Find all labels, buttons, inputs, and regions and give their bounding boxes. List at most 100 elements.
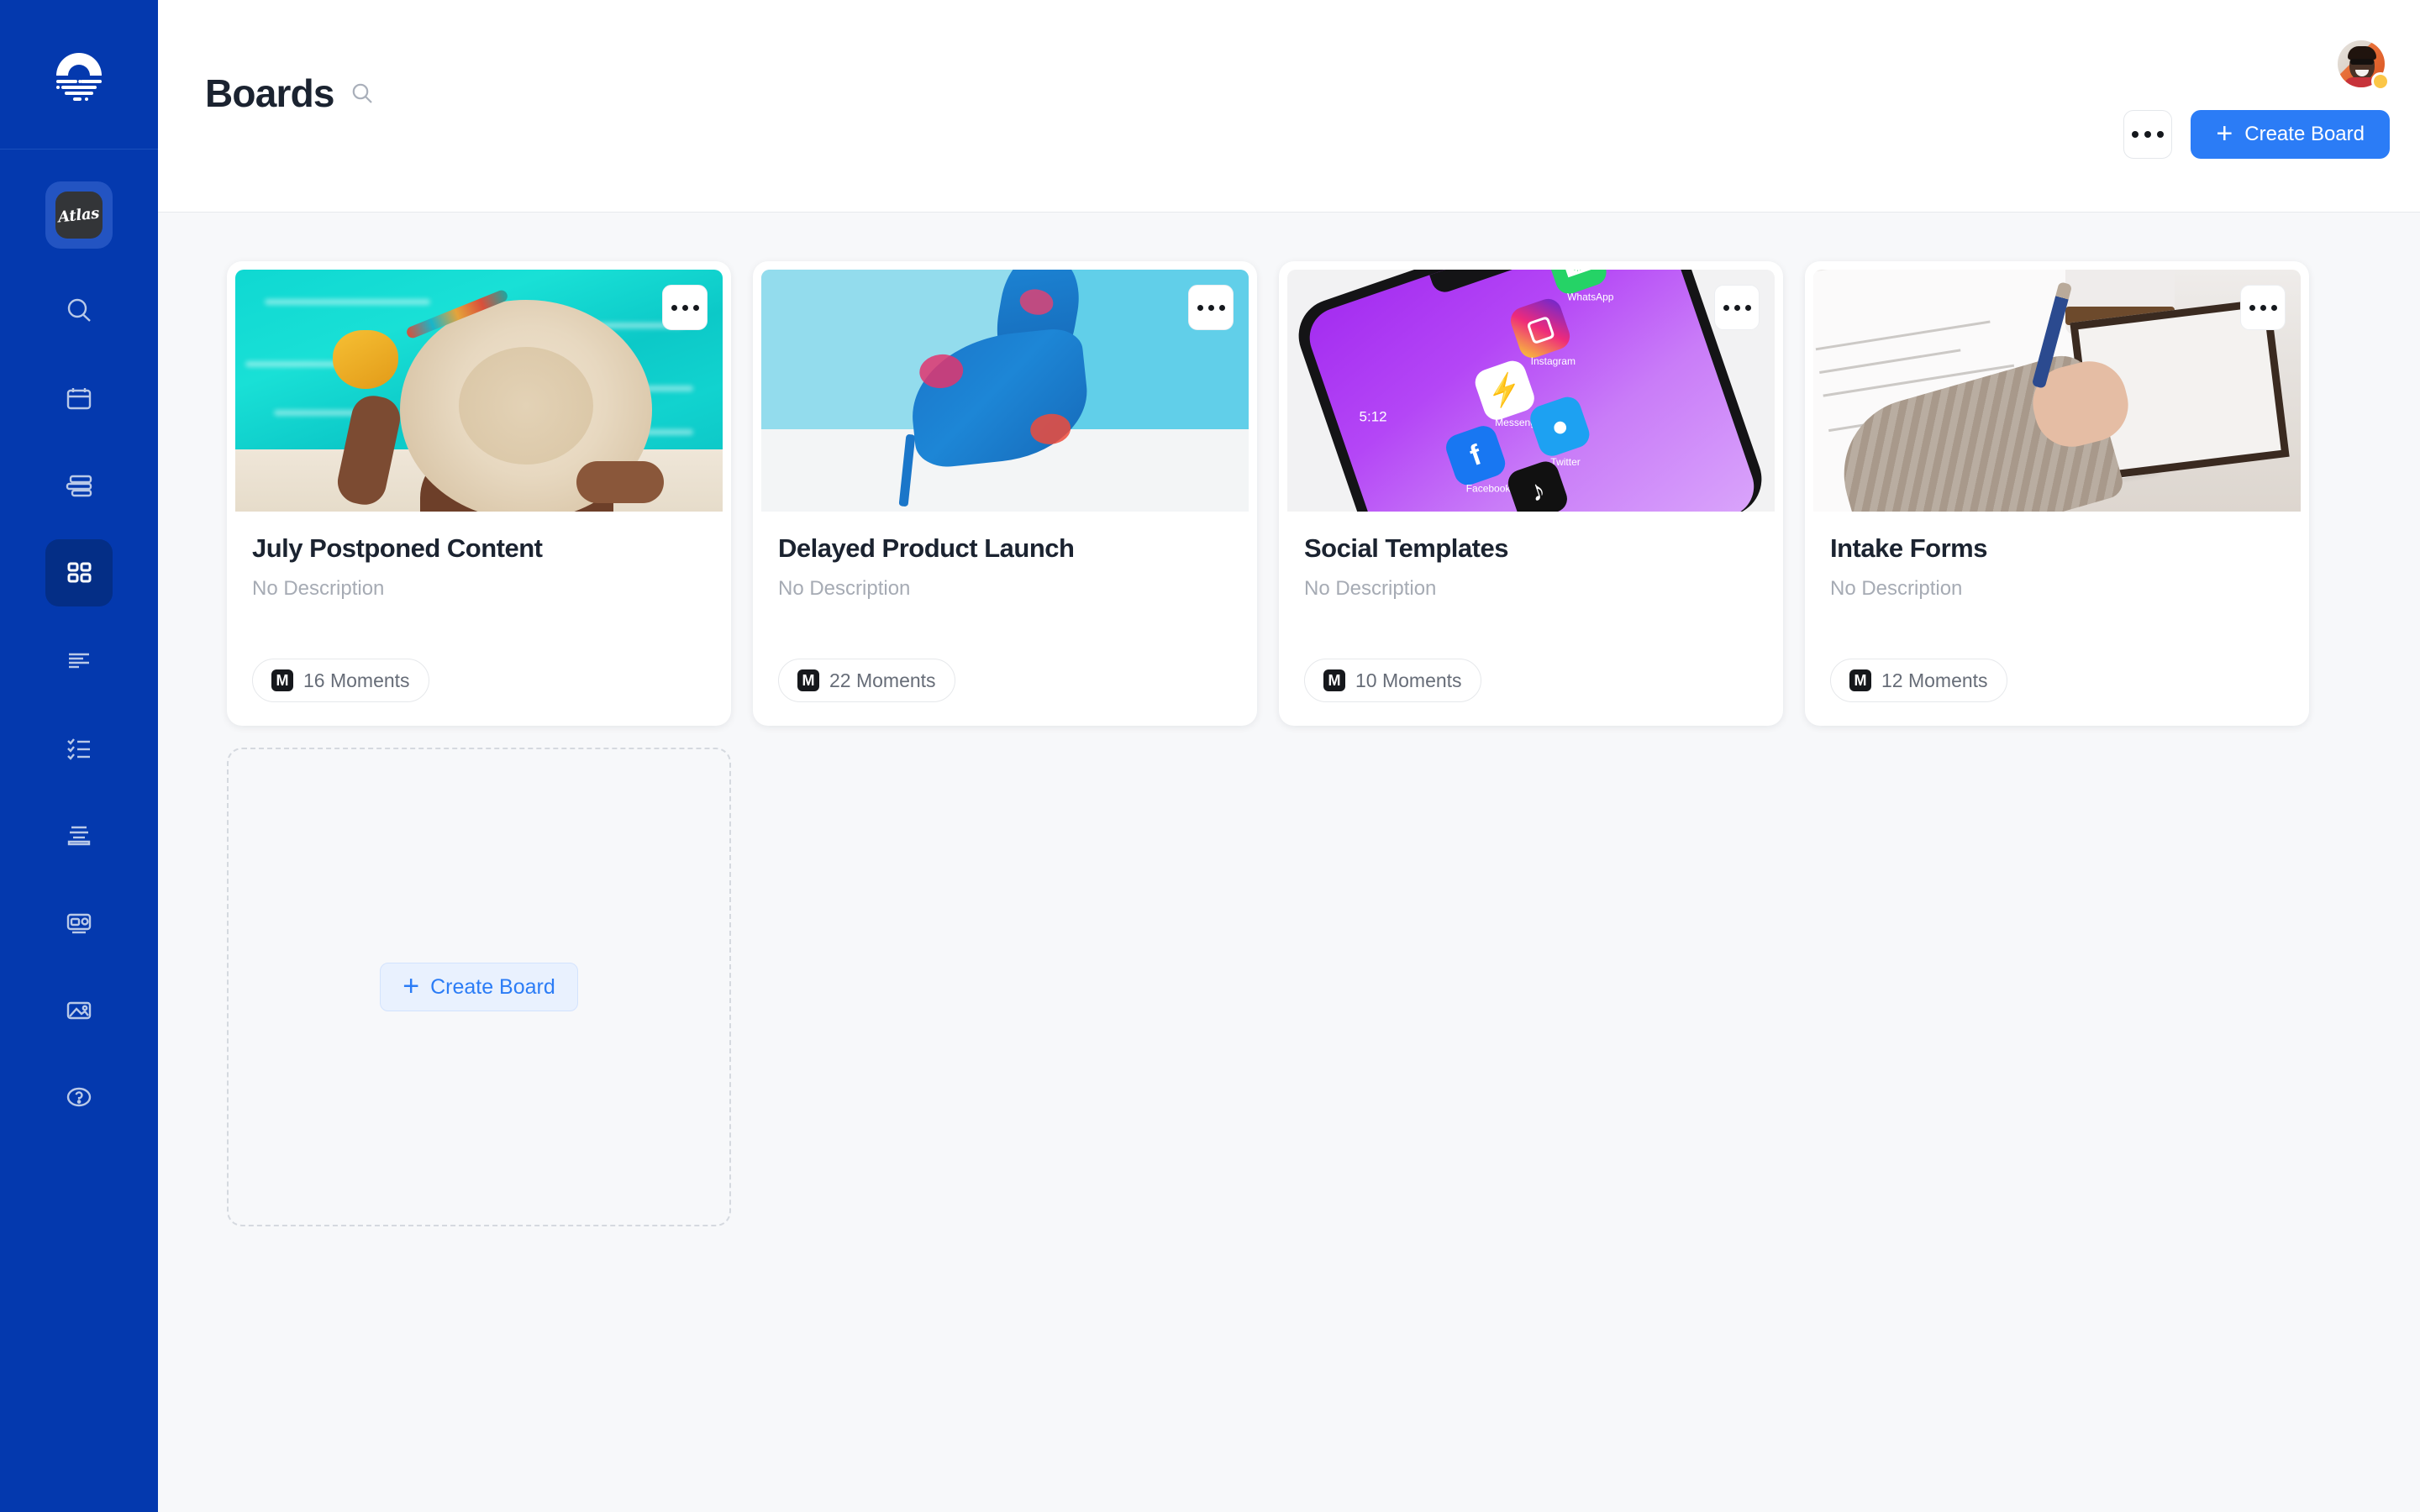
more-options-icon [1207,304,1214,311]
app-label: WhatsApp [1567,291,1614,303]
status-badge [2371,72,2390,91]
board-more-options-button[interactable] [662,285,708,330]
sidebar-item-feed[interactable] [45,627,113,694]
more-options-icon [671,304,677,311]
sidebar-item-presentation[interactable] [45,889,113,956]
app-label: Facebook [1465,482,1511,495]
board-cover-image [1813,270,2301,512]
board-footer: M 16 Moments [252,659,706,726]
moments-icon: M [271,669,293,691]
moments-icon: M [1323,669,1345,691]
board-body: Delayed Product Launch No Description M … [761,512,1249,726]
header-actions: + Create Board [2123,110,2390,159]
create-board-label: Create Board [430,974,555,999]
board-more-options-button[interactable] [2240,285,2286,330]
more-options-icon [2249,304,2255,311]
floral-high-heel-photo [761,270,1249,512]
sidebar-item-search[interactable] [45,277,113,344]
sidebar-item-boards[interactable] [45,539,113,606]
board-more-options-button[interactable] [1714,285,1760,330]
layers-icon [66,475,92,497]
moments-label: 22 Moments [829,669,936,691]
sidebar-item-help[interactable] [45,1063,113,1131]
board-cover-image: 5:12 ☎ WhatsApp ▢ Instagram ⚡ Messenger … [1287,270,1775,512]
calendar-icon [66,388,92,410]
moments-badge[interactable]: M 22 Moments [778,659,955,702]
board-card[interactable]: Delayed Product Launch No Description M … [753,261,1257,726]
sidebar-nav [45,277,113,1151]
create-board-button[interactable]: + Create Board [2191,110,2390,159]
search-boards-button[interactable] [350,81,375,106]
sidebar-item-calendar[interactable] [45,365,113,432]
moments-label: 12 Moments [1881,669,1988,691]
more-options-icon [2132,131,2139,138]
moments-icon: M [797,669,819,691]
image-icon [66,1001,92,1020]
board-body: Social Templates No Description M 10 Mom… [1287,512,1775,726]
board-title: July Postponed Content [252,533,543,563]
board-more-options-button[interactable] [1188,285,1234,330]
workspace-avatar: Atlas [55,192,103,239]
app-label: Instagram [1530,355,1576,368]
moments-badge[interactable]: M 12 Moments [1830,659,2007,702]
page-header: Boards + Create Board [158,0,2420,213]
title-row: Boards [205,74,375,113]
moments-badge[interactable]: M 16 Moments [252,659,429,702]
board-card[interactable]: Intake Forms No Description M 12 Moments [1805,261,2309,726]
avatar-hair [2348,46,2376,60]
more-options-icon [1218,304,1225,311]
checklist-icon [67,738,90,760]
workspace-switcher[interactable]: Atlas [45,181,113,249]
app-logo[interactable] [0,0,158,150]
sidebar: Atlas [0,0,158,1512]
board-cover-image [761,270,1249,512]
board-description: No Description [1304,576,1437,600]
plus-icon: + [402,969,420,1002]
moments-icon: M [1849,669,1871,691]
board-title: Social Templates [1304,533,1508,563]
board-description: No Description [252,576,385,600]
moments-label: 16 Moments [303,669,410,691]
presentation-icon [66,913,92,934]
sunrise-logo-icon [56,52,102,101]
avatar-glasses [2350,59,2374,65]
workspace-badge[interactable]: Atlas [45,181,113,249]
more-options-icon [1723,304,1729,311]
board-description: No Description [1830,576,1963,600]
header-more-options-button[interactable] [2123,110,2173,159]
instagram-icon: ▢ [1507,295,1574,362]
more-options-icon [2144,131,2152,138]
moments-badge[interactable]: M 10 Moments [1304,659,1481,702]
search-icon [67,298,91,322]
more-options-icon [692,304,699,311]
board-footer: M 10 Moments [1304,659,1758,726]
board-card[interactable]: 5:12 ☎ WhatsApp ▢ Instagram ⚡ Messenger … [1279,261,1783,726]
pool-sunhat-photo [235,270,723,512]
moments-label: 10 Moments [1355,669,1462,691]
board-card[interactable]: July Postponed Content No Description M … [227,261,731,726]
document-icon [67,826,91,846]
board-body: Intake Forms No Description M 12 Moments [1813,512,2301,726]
plus-icon: + [2216,117,2233,150]
search-icon [352,83,372,103]
board-title: Intake Forms [1830,533,1987,563]
create-board-label: Create Board [2244,123,2365,145]
sidebar-item-stack[interactable] [45,452,113,519]
more-options-icon [2270,304,2277,311]
board-footer: M 12 Moments [1830,659,2284,726]
create-board-ghost-button[interactable]: + Create Board [380,963,578,1011]
more-options-icon [1733,304,1740,311]
page-title: Boards [205,71,334,115]
board-cover-image [235,270,723,512]
sidebar-item-media[interactable] [45,976,113,1043]
sidebar-item-documents[interactable] [45,801,113,869]
phone-social-apps-photo: 5:12 ☎ WhatsApp ▢ Instagram ⚡ Messenger … [1287,270,1775,512]
create-board-placeholder[interactable]: + Create Board [227,748,731,1226]
user-menu[interactable] [2338,40,2390,92]
board-footer: M 22 Moments [778,659,1232,726]
workspace-name: Atlas [57,203,101,227]
handwriting-forms-photo [1813,270,2301,512]
more-options-icon [681,304,688,311]
sidebar-item-tasks[interactable] [45,714,113,781]
text-lines-icon [69,653,89,669]
